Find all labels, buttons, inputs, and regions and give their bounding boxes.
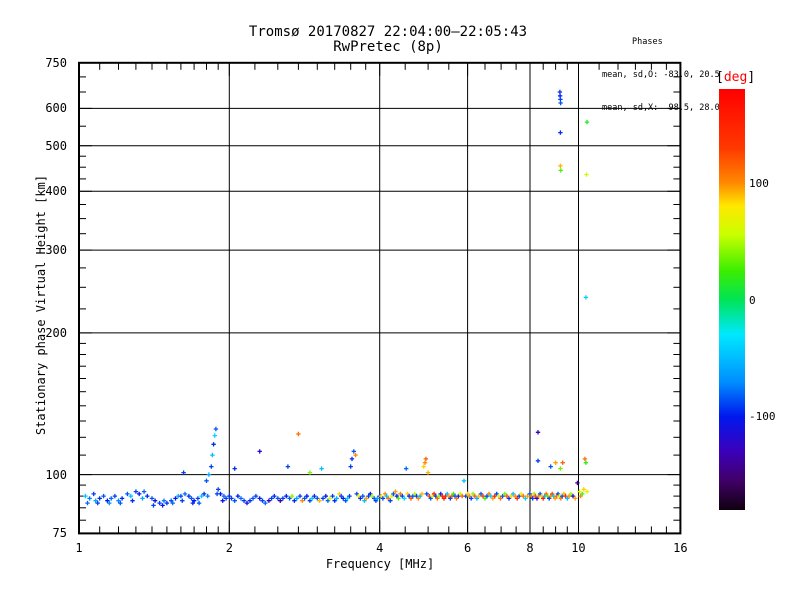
y-tick-label: 750 bbox=[45, 55, 67, 70]
x-axis-title: Frequency [MHz] bbox=[325, 557, 435, 571]
y-tick-label: 600 bbox=[45, 101, 67, 116]
colorbar-gradient bbox=[719, 89, 745, 510]
colorbar-tick-label: 100 bbox=[749, 176, 769, 190]
y-tick-label: 500 bbox=[45, 138, 67, 153]
x-tick-label: 1 bbox=[75, 541, 83, 555]
colorbar-tick-label: 0 bbox=[749, 293, 756, 307]
plot-canvas bbox=[0, 0, 800, 600]
colorbar-unit-text: deg bbox=[723, 70, 748, 85]
x-tick-label: 16 bbox=[673, 541, 688, 555]
x-tick-label: 10 bbox=[571, 541, 586, 555]
y-tick-label: 100 bbox=[45, 467, 67, 482]
colorbar-unit-label: [deg] bbox=[716, 70, 755, 85]
colorbar-bracket-close: ] bbox=[747, 70, 756, 85]
colorbar-tick-label: -100 bbox=[749, 410, 776, 424]
y-tick-label: 75 bbox=[52, 526, 67, 541]
x-tick-label: 8 bbox=[526, 541, 534, 555]
ionogram-plot-window: Tromsø 20170827 22:04:00–22:05:43 RwPret… bbox=[0, 0, 800, 600]
x-tick-label: 4 bbox=[376, 541, 384, 555]
colorbar-bracket-open: [ bbox=[716, 70, 724, 85]
x-tick-label: 2 bbox=[225, 541, 233, 555]
x-tick-label: 6 bbox=[464, 541, 472, 555]
y-axis-title: Stationary phase Virtual Height [km] bbox=[34, 174, 48, 436]
